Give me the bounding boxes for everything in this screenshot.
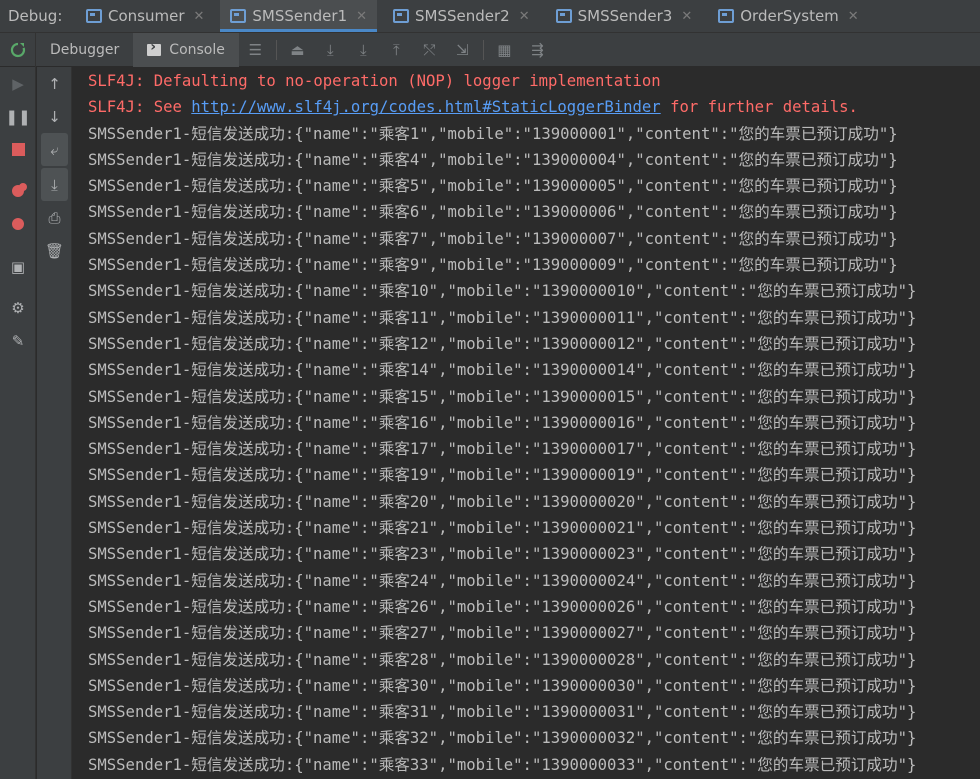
tab-smssender1[interactable]: SMSSender1 ✕ bbox=[220, 0, 378, 32]
resume-icon[interactable]: ▶ bbox=[0, 67, 36, 100]
stop-button[interactable] bbox=[0, 133, 36, 166]
mute-breakpoints-icon bbox=[12, 217, 24, 230]
application-icon bbox=[230, 9, 247, 23]
close-icon[interactable]: ✕ bbox=[681, 9, 692, 24]
console-line: SMSSender1-短信发送成功:{"name":"乘客30","mobile… bbox=[88, 676, 917, 695]
console-line: SMSSender1-短信发送成功:{"name":"乘客12","mobile… bbox=[88, 334, 917, 353]
application-icon bbox=[718, 9, 735, 23]
breakpoints-icon bbox=[12, 184, 24, 197]
mute-breakpoints-button[interactable] bbox=[0, 207, 36, 240]
console-line: SLF4J: Defaulting to no-operation (NOP) … bbox=[88, 72, 661, 90]
console-line: SMSSender1-短信发送成功:{"name":"乘客16","mobile… bbox=[88, 413, 917, 432]
scroll-to-end-icon[interactable]: ⤓ bbox=[41, 168, 68, 201]
console-text: SLF4J: See bbox=[88, 98, 192, 117]
console-line: SMSSender1-短信发送成功:{"name":"乘客9","mobile"… bbox=[88, 256, 898, 275]
gutter-spacer bbox=[0, 166, 36, 174]
console-line: SMSSender1-短信发送成功:{"name":"乘客21","mobile… bbox=[88, 519, 917, 538]
console-line: SMSSender1-短信发送成功:{"name":"乘客23","mobile… bbox=[88, 545, 917, 564]
application-icon bbox=[86, 9, 102, 23]
application-icon bbox=[393, 9, 410, 23]
console-line: SMSSender1-短信发送成功:{"name":"乘客24","mobile… bbox=[88, 571, 917, 590]
console-line: SMSSender1-短信发送成功:{"name":"乘客27","mobile… bbox=[88, 624, 917, 643]
tab-console[interactable]: Console bbox=[133, 32, 239, 67]
console-line: SMSSender1-短信发送成功:{"name":"乘客5","mobile"… bbox=[88, 177, 898, 196]
soft-wrap-icon[interactable]: ⤶ bbox=[41, 133, 68, 166]
console-side-toolbar: ↑ ↓ ⤶ ⤓ ⎙ 🗑 bbox=[37, 67, 72, 779]
tab-label: SMSSender3 bbox=[577, 7, 673, 25]
clear-all-icon[interactable]: 🗑 bbox=[37, 234, 72, 267]
view-breakpoints-button[interactable] bbox=[0, 174, 36, 207]
debug-actions-gutter: ▶ ❚❚ ▣ ⚙ ✎ bbox=[0, 67, 36, 779]
console-line: SMSSender1-短信发送成功:{"name":"乘客19","mobile… bbox=[88, 466, 917, 485]
console-line: SMSSender1-短信发送成功:{"name":"乘客33","mobile… bbox=[88, 755, 917, 774]
gutter-spacer bbox=[0, 240, 36, 250]
debug-label: Debug: bbox=[8, 7, 63, 25]
tab-consumer[interactable]: Consumer ✕ bbox=[76, 0, 214, 32]
rerun-button[interactable] bbox=[0, 32, 36, 67]
tab-smssender3[interactable]: SMSSender3 ✕ bbox=[546, 0, 703, 32]
debug-toolbar: Debugger Console ☰ ⏏ ⤓ ⤓ ⤒ ⤲ ⇲ ▦ ⇶ bbox=[0, 32, 980, 67]
print-icon[interactable]: ⎙ bbox=[37, 201, 72, 234]
console-line: SMSSender1-短信发送成功:{"name":"乘客11","mobile… bbox=[88, 308, 917, 327]
console-icon bbox=[147, 39, 162, 56]
close-icon[interactable]: ✕ bbox=[356, 9, 367, 24]
console-line: SMSSender1-短信发送成功:{"name":"乘客17","mobile… bbox=[88, 440, 917, 459]
tab-label: OrderSystem bbox=[740, 7, 839, 25]
toolbar-separator bbox=[482, 39, 484, 60]
tab-debugger[interactable]: Debugger bbox=[36, 33, 133, 67]
rerun-icon bbox=[10, 42, 25, 57]
tab-smssender2[interactable]: SMSSender2 ✕ bbox=[383, 0, 540, 32]
application-icon bbox=[555, 9, 572, 23]
console-line: SLF4J: See http://www.slf4j.org/codes.ht… bbox=[88, 94, 980, 120]
settings-icon[interactable]: ⚙ bbox=[0, 291, 36, 324]
up-arrow-icon[interactable]: ↑ bbox=[37, 67, 72, 100]
tab-label: SMSSender1 bbox=[252, 7, 348, 25]
close-icon[interactable]: ✕ bbox=[194, 9, 205, 24]
step-over-icon[interactable]: ⤓ bbox=[314, 33, 347, 67]
gutter-spacer bbox=[0, 283, 36, 291]
tab-console-label: Console bbox=[169, 41, 225, 58]
console-line: SMSSender1-短信发送成功:{"name":"乘客1","mobile"… bbox=[88, 124, 898, 143]
pause-icon[interactable]: ❚❚ bbox=[0, 100, 36, 133]
close-icon[interactable]: ✕ bbox=[519, 9, 530, 24]
pin-icon[interactable]: ✎ bbox=[0, 324, 36, 357]
console-output[interactable]: SLF4J: Defaulting to no-operation (NOP) … bbox=[73, 67, 980, 779]
console-line: SMSSender1-短信发送成功:{"name":"乘客4","mobile"… bbox=[88, 150, 898, 169]
down-arrow-icon[interactable]: ↓ bbox=[37, 100, 72, 133]
step-into-icon[interactable]: ⤓ bbox=[347, 33, 380, 67]
console-line: SMSSender1-短信发送成功:{"name":"乘客7","mobile"… bbox=[88, 229, 898, 248]
toolbar-separator bbox=[275, 39, 277, 60]
drop-frame-icon[interactable]: ⤲ bbox=[413, 33, 446, 67]
tab-ordersystem[interactable]: OrderSystem ✕ bbox=[708, 0, 868, 32]
console-line: SMSSender1-短信发送成功:{"name":"乘客15","mobile… bbox=[88, 387, 917, 406]
tab-label: Consumer bbox=[108, 7, 185, 25]
console-line: SMSSender1-短信发送成功:{"name":"乘客10","mobile… bbox=[88, 282, 917, 301]
console-line: SMSSender1-短信发送成功:{"name":"乘客6","mobile"… bbox=[88, 203, 898, 222]
console-line: SMSSender1-短信发送成功:{"name":"乘客31","mobile… bbox=[88, 703, 917, 722]
stop-icon bbox=[11, 143, 25, 156]
close-icon[interactable]: ✕ bbox=[848, 9, 859, 24]
step-out-icon[interactable]: ⤒ bbox=[380, 33, 413, 67]
console-line: SMSSender1-短信发送成功:{"name":"乘客14","mobile… bbox=[88, 361, 917, 380]
console-line: SMSSender1-短信发送成功:{"name":"乘客32","mobile… bbox=[88, 729, 917, 748]
camera-icon[interactable]: ▣ bbox=[0, 250, 36, 283]
show-execution-point-icon[interactable]: ⏏ bbox=[281, 33, 314, 67]
console-line: SMSSender1-短信发送成功:{"name":"乘客26","mobile… bbox=[88, 597, 917, 616]
console-line: SMSSender1-短信发送成功:{"name":"乘客20","mobile… bbox=[88, 492, 917, 511]
console-line: SMSSender1-短信发送成功:{"name":"乘客28","mobile… bbox=[88, 650, 917, 669]
tab-label: SMSSender2 bbox=[415, 7, 510, 25]
debug-tool-window-header: Debug: Consumer ✕ SMSSender1 ✕ SMSSender… bbox=[0, 0, 980, 33]
trace-stream-icon[interactable]: ⇶ bbox=[521, 33, 554, 67]
evaluate-expression-icon[interactable]: ▦ bbox=[488, 33, 521, 67]
menu-icon[interactable]: ☰ bbox=[239, 33, 272, 67]
console-text: for further details. bbox=[660, 98, 858, 117]
run-to-cursor-icon[interactable]: ⇲ bbox=[446, 33, 479, 67]
slf4j-link[interactable]: http://www.slf4j.org/codes.html#StaticLo… bbox=[191, 98, 660, 116]
